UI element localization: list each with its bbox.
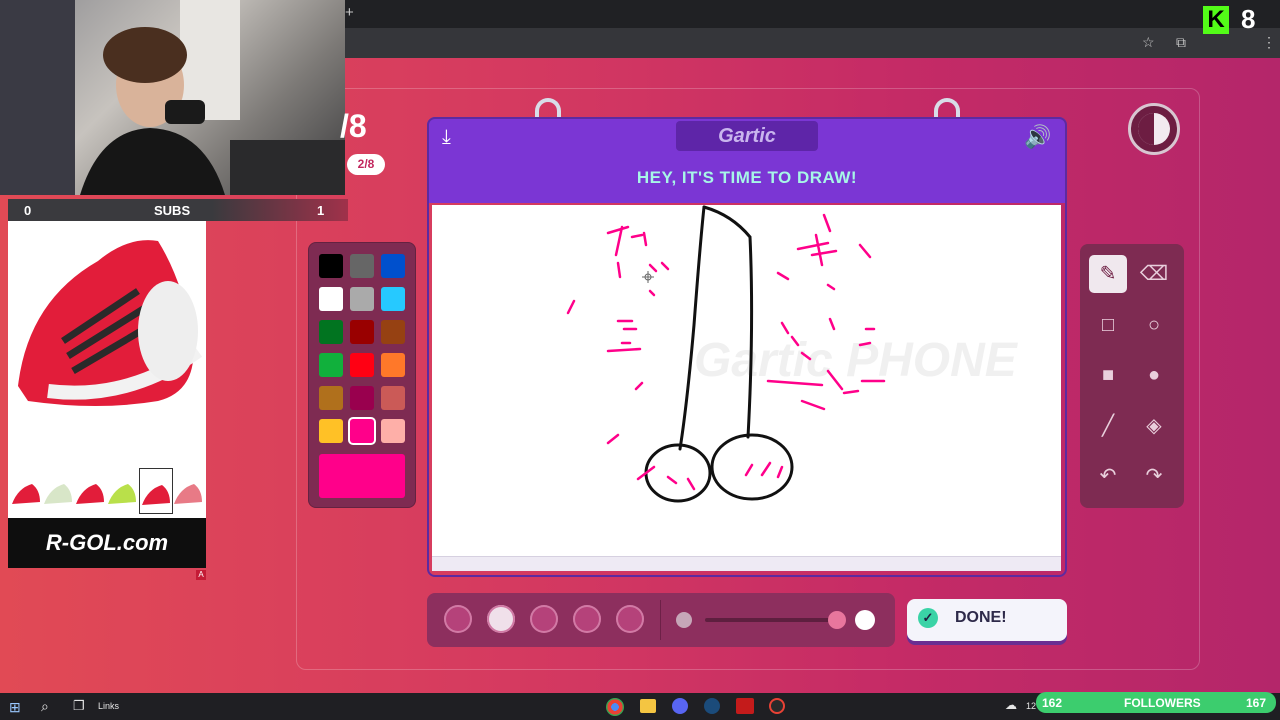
followers-current: 162 (1042, 696, 1063, 710)
steam-taskbar-icon[interactable] (704, 698, 720, 714)
brush-size-5-button[interactable] (616, 605, 644, 633)
color-swatch[interactable] (381, 386, 405, 410)
followers-label: FOLLOWERS (1124, 696, 1201, 710)
brush-size-4-button[interactable] (573, 605, 601, 633)
followers-goal-bar: 162 FOLLOWERS 167 (1036, 692, 1276, 713)
browser-menu-icon[interactable]: ⋮ (1262, 34, 1276, 51)
selected-color-preview (319, 454, 405, 498)
subs-label: SUBS (154, 203, 191, 218)
product-thumbnail[interactable] (106, 468, 138, 512)
eraser-tool-icon[interactable]: ⌫ (1135, 255, 1173, 293)
chrome-taskbar-icon[interactable] (606, 698, 624, 716)
color-swatch[interactable] (319, 320, 343, 344)
sponsor-logo[interactable]: R-GOL.com (8, 518, 206, 568)
file-explorer-taskbar-icon[interactable] (640, 699, 656, 713)
ellipse-fill-tool-icon[interactable]: ● (1135, 356, 1173, 394)
followers-goal: 167 (1246, 696, 1267, 710)
fill-bucket-tool-icon[interactable]: ◈ (1135, 407, 1173, 445)
app-taskbar-icon[interactable] (769, 698, 785, 714)
product-thumbnail[interactable] (74, 468, 106, 512)
round-counter-pill: 2/8 (347, 154, 385, 175)
kick-logo-icon: K (1203, 6, 1229, 34)
settings-divider (660, 600, 661, 640)
ellipse-outline-tool-icon[interactable]: ○ (1135, 306, 1173, 344)
color-swatch[interactable] (319, 287, 343, 311)
color-swatch[interactable] (381, 287, 405, 311)
color-swatch[interactable] (381, 254, 405, 278)
color-swatch[interactable] (319, 353, 343, 377)
contrast-toggle-button[interactable] (1128, 103, 1180, 155)
kick-viewer-count: 8 (1241, 4, 1256, 34)
brush-size-1-button[interactable] (444, 605, 472, 633)
color-swatch[interactable] (350, 287, 374, 311)
browser-address-bar[interactable] (345, 28, 1280, 58)
contrast-icon (1138, 113, 1170, 145)
ad-badge: A (196, 570, 206, 580)
pencil-tool-icon[interactable]: ✎ (1089, 255, 1127, 293)
color-swatch[interactable] (381, 320, 405, 344)
product-thumbnail[interactable] (172, 468, 204, 512)
rectangle-outline-tool-icon[interactable]: □ (1089, 306, 1127, 344)
product-thumbnail[interactable] (42, 468, 74, 512)
undo-icon[interactable]: ↶ (1089, 457, 1127, 495)
opacity-slider-track[interactable] (705, 618, 843, 622)
subs-goal-bar: 0 SUBS 1 (8, 199, 348, 221)
line-tool-icon[interactable]: ╱ (1089, 407, 1127, 445)
brush-size-3-button[interactable] (530, 605, 558, 633)
product-thumbnail[interactable] (10, 468, 42, 512)
color-swatch[interactable] (381, 419, 405, 443)
subs-current: 0 (24, 203, 32, 218)
extensions-icon[interactable]: ⧉ (1176, 34, 1186, 51)
subs-goal: 1 (317, 203, 325, 218)
webcam-overlay (0, 0, 345, 195)
card-frame (427, 117, 1067, 577)
color-swatch[interactable] (350, 254, 374, 278)
opacity-max-dot (855, 610, 875, 630)
color-swatch[interactable] (319, 419, 343, 443)
browser-tab-strip (345, 0, 1280, 28)
color-swatch[interactable] (350, 320, 374, 344)
windows-start-icon[interactable]: ⊞ (9, 699, 21, 716)
color-swatch[interactable] (319, 386, 343, 410)
search-icon[interactable]: ⌕ (41, 698, 49, 715)
done-button-label: DONE! (955, 609, 1007, 626)
rectangle-fill-tool-icon[interactable]: ■ (1089, 356, 1127, 394)
new-tab-button[interactable]: + (345, 5, 359, 21)
brush-size-2-button-selected[interactable] (487, 605, 515, 633)
discord-taskbar-icon[interactable] (672, 698, 688, 714)
links-toolbar-label[interactable]: Links (98, 701, 119, 711)
round-counter-large: /8 (340, 108, 367, 144)
webcam-streamer-image (0, 0, 345, 195)
color-swatch[interactable] (350, 353, 374, 377)
opacity-min-dot (676, 612, 692, 628)
task-view-icon[interactable]: ❐ (73, 698, 85, 714)
bookmark-star-icon[interactable]: ☆ (1142, 34, 1155, 51)
check-icon: ✓ (918, 608, 938, 628)
tray-text: 12 (1026, 701, 1037, 711)
color-swatch[interactable] (381, 353, 405, 377)
opacity-slider-handle[interactable] (828, 611, 846, 629)
color-swatch[interactable] (319, 254, 343, 278)
video-editor-taskbar-icon[interactable] (736, 698, 754, 714)
weather-icon: ☁ (1005, 698, 1017, 712)
product-thumbnail-selected[interactable] (139, 468, 173, 514)
color-swatch[interactable] (350, 386, 374, 410)
redo-icon[interactable]: ↷ (1135, 457, 1173, 495)
color-swatch-selected[interactable] (350, 419, 374, 443)
